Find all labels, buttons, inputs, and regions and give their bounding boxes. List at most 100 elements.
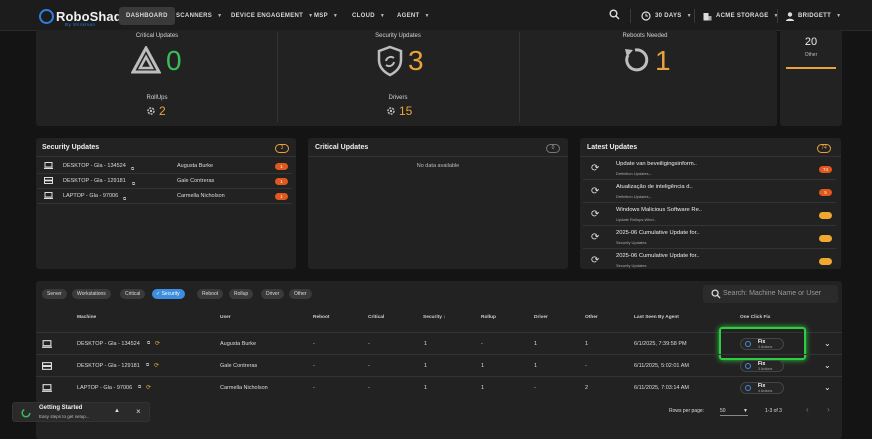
- critical-triangle-icon: [131, 46, 161, 74]
- user-name: Gale Contreras: [220, 363, 258, 369]
- pagination-range: 1-3 of 3: [765, 408, 782, 414]
- nav-scanners-label: SCANNERS: [176, 13, 213, 19]
- col-rollup[interactable]: Rollup: [481, 315, 496, 320]
- col-security-label: Security: [423, 315, 442, 320]
- last-seen: 6/11/2025, 7:03:14 AM: [634, 385, 689, 391]
- filter-other[interactable]: Other: [289, 289, 312, 299]
- update-title: 2025-06 Cumulative Update for..: [616, 253, 700, 259]
- col-security[interactable]: Security ↓: [423, 315, 446, 320]
- update-count-badge: [819, 235, 832, 242]
- external-link-icon[interactable]: ⧉: [131, 166, 134, 171]
- next-page-icon[interactable]: ›: [827, 405, 830, 414]
- nav-msp[interactable]: MSP ▼: [314, 7, 338, 25]
- top-navigation-bar: RoboShadow By Stickman DASHBOARD SCANNER…: [0, 0, 872, 31]
- expand-chevron-icon[interactable]: ⌄: [824, 383, 831, 392]
- filter-workstations[interactable]: Workstations: [72, 289, 111, 299]
- col-machine[interactable]: Machine: [77, 315, 96, 320]
- list-item[interactable]: ⟳ 2025-06 Cumulative Update for.. Securi…: [583, 227, 836, 249]
- chevron-down-icon: ▼: [836, 13, 842, 19]
- table-row[interactable]: LAPTOP - Gla - 97006 ⧉ ⟳ Carmella Nichol…: [36, 376, 842, 398]
- drivers-label: Drivers: [388, 95, 408, 101]
- spinner-icon: [21, 408, 31, 418]
- refresh-icon[interactable]: ⟳: [146, 384, 151, 391]
- toolbar-divider: [777, 9, 778, 23]
- close-icon[interactable]: ×: [136, 407, 141, 416]
- list-item[interactable]: ⟳ Windows Malicious Software Re.. Update…: [583, 204, 836, 226]
- expand-chevron-icon[interactable]: ⌄: [824, 361, 831, 370]
- fix-button[interactable]: Fix 3 Actions: [740, 360, 784, 372]
- nav-agent[interactable]: AGENT ▼: [397, 7, 430, 25]
- getting-started-title: Getting Started: [39, 405, 83, 411]
- security-updates-value[interactable]: 3: [408, 47, 424, 75]
- update-category: Security Updates: [616, 263, 647, 268]
- machine-name[interactable]: DESKTOP - Gla - 129181: [77, 363, 140, 369]
- search-placeholder: Search: Machine Name or User: [723, 290, 822, 297]
- rollups-value[interactable]: 2: [159, 104, 166, 118]
- machine-name[interactable]: DESKTOP - Gla - 134524: [77, 341, 140, 347]
- nav-dashboard[interactable]: DASHBOARD: [119, 7, 175, 25]
- user-menu[interactable]: BRIDGETT ▼: [786, 7, 841, 25]
- rows-per-page-select[interactable]: 50 ▼: [720, 408, 748, 416]
- getting-started-toast[interactable]: Getting Started Easy steps to get setup.…: [12, 402, 150, 422]
- update-count-badge: 1: [275, 163, 288, 170]
- collapse-icon[interactable]: ▲: [114, 408, 120, 414]
- machine-search-input[interactable]: Search: Machine Name or User: [703, 285, 838, 303]
- toolbar-divider: [630, 9, 631, 23]
- col-critical[interactable]: Critical: [368, 315, 384, 320]
- col-user[interactable]: User: [220, 315, 231, 320]
- organization-selector[interactable]: ACME STORAGE▼: [703, 7, 779, 25]
- filter-server[interactable]: Server: [42, 289, 67, 299]
- external-link-icon[interactable]: ⧉: [123, 196, 126, 201]
- machine-name[interactable]: LAPTOP - Gla - 97006: [77, 385, 132, 391]
- list-item[interactable]: LAPTOP - Gla - 97006 ⧉ Carmella Nicholso…: [37, 189, 292, 204]
- nav-cloud[interactable]: CLOUD ▼: [352, 7, 385, 25]
- col-last-seen[interactable]: Last Seen By Agent: [634, 315, 679, 320]
- list-item[interactable]: ⟳ Update van beveiligingsinform.. Defini…: [583, 158, 836, 180]
- update-count-badge: 5: [819, 189, 832, 196]
- refresh-icon[interactable]: ⟳: [154, 362, 159, 369]
- nav-device-engagement[interactable]: DEVICE ENGAGEMENT ▼: [231, 7, 313, 25]
- fix-button[interactable]: Fix 4 Actions: [740, 382, 784, 394]
- col-driver[interactable]: Driver: [534, 315, 548, 320]
- external-link-icon[interactable]: ⧉: [147, 340, 150, 345]
- external-link-icon[interactable]: ⧉: [138, 384, 141, 389]
- organization-label: ACME STORAGE: [716, 13, 769, 19]
- table-row[interactable]: DESKTOP - Gla - 129181 ⧉ ⟳ Gale Contrera…: [36, 354, 842, 376]
- filter-critical[interactable]: Critical: [120, 289, 146, 299]
- caret-down-icon: ▼: [743, 408, 748, 414]
- list-item[interactable]: ⟳ 2025-06 Cumulative Update for.. Securi…: [583, 250, 836, 272]
- critical-updates-value[interactable]: 0: [166, 47, 182, 75]
- date-range-selector[interactable]: 30 DAYS ▼: [641, 7, 692, 25]
- filter-driver[interactable]: Driver: [261, 289, 285, 299]
- driver-count: 1: [534, 341, 538, 347]
- external-link-icon[interactable]: ⧉: [132, 181, 135, 186]
- drivers-value[interactable]: 15: [399, 104, 412, 118]
- previous-page-icon[interactable]: ‹: [806, 405, 809, 414]
- reboot-count: -: [313, 341, 315, 347]
- col-reboot[interactable]: Reboot: [313, 315, 330, 320]
- building-icon: [703, 12, 712, 20]
- external-link-icon[interactable]: ⧉: [146, 362, 149, 367]
- critical-count: -: [368, 341, 370, 347]
- filter-security[interactable]: ✓ Security: [152, 289, 185, 299]
- list-item[interactable]: DESKTOP - Gla - 129181 ⧉ Gale Contreras …: [37, 174, 292, 189]
- update-count-badge: 1: [275, 193, 288, 200]
- list-item[interactable]: DESKTOP - Gla - 134524 ⧉ Augusta Burke 1: [37, 159, 292, 174]
- user-name: Carmella Nicholson: [177, 193, 225, 199]
- expand-chevron-icon[interactable]: ⌄: [824, 339, 831, 348]
- arrow-down-icon: ↓: [441, 315, 446, 320]
- list-item[interactable]: ⟳ Atualização de inteligência d.. Defini…: [583, 181, 836, 203]
- filter-rollup[interactable]: Rollup: [229, 289, 254, 299]
- reboots-needed-value[interactable]: 1: [655, 47, 671, 75]
- col-other[interactable]: Other: [585, 315, 598, 320]
- nav-scanners[interactable]: SCANNERS ▼: [176, 7, 222, 25]
- security-count: 1: [424, 341, 428, 347]
- search-icon[interactable]: [609, 9, 620, 23]
- fix-actions: 3 Actions: [758, 367, 773, 371]
- user-icon: [786, 11, 794, 21]
- other-underline: [786, 67, 836, 69]
- refresh-icon[interactable]: ⟳: [155, 340, 160, 347]
- chevron-down-icon: ▼: [332, 13, 339, 19]
- filter-reboot[interactable]: Reboot: [197, 289, 224, 299]
- driver-count: 1: [534, 363, 538, 369]
